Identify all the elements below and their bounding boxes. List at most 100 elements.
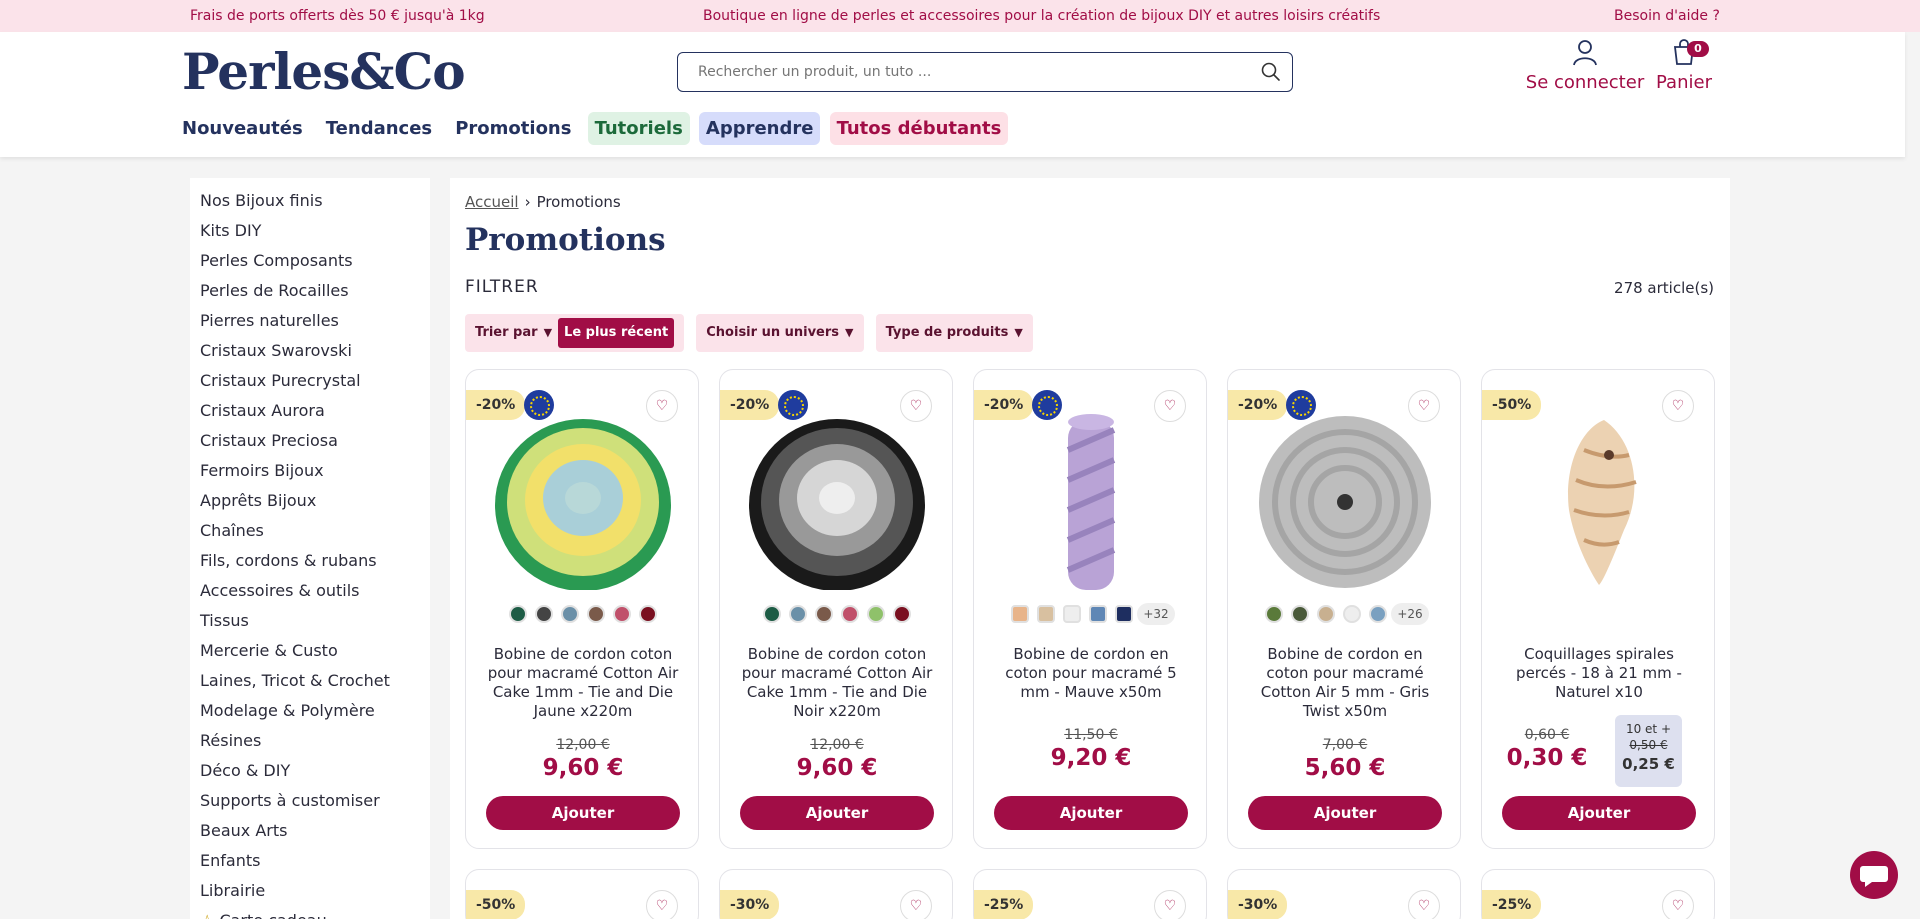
heart-icon[interactable]: ♡ — [1662, 890, 1694, 919]
user-icon — [1573, 40, 1597, 66]
search-icon[interactable] — [1260, 61, 1282, 83]
search-input[interactable] — [698, 61, 1238, 83]
color-swatch[interactable] — [1063, 605, 1082, 623]
sidebar-item[interactable]: Cristaux Preciosa — [190, 426, 430, 456]
sidebar-item[interactable]: Perles Composants — [190, 246, 430, 276]
color-swatch[interactable] — [1265, 605, 1284, 623]
color-swatch[interactable] — [1115, 605, 1134, 623]
product-card[interactable]: -25% ♡ — [1481, 869, 1715, 919]
color-swatch[interactable] — [1317, 605, 1336, 623]
product-card[interactable]: -25% ♡ — [973, 869, 1207, 919]
sidebar-item[interactable]: Tissus — [190, 606, 430, 636]
product-card[interactable]: -20% ♡ +32 Bobine de cordon en coton pou… — [973, 369, 1207, 849]
sidebar-item[interactable]: Fermoirs Bijoux — [190, 456, 430, 486]
color-swatch[interactable] — [1291, 605, 1310, 623]
sidebar-item[interactable]: Cristaux Swarovski — [190, 336, 430, 366]
add-to-cart-button[interactable]: Ajouter — [1248, 796, 1442, 830]
heart-icon[interactable]: ♡ — [646, 890, 678, 919]
breadcrumb-current: Promotions — [536, 193, 621, 211]
sidebar-item[interactable]: Fils, cordons & rubans — [190, 546, 430, 576]
color-swatch[interactable] — [789, 604, 807, 623]
chevron-down-icon: ▼ — [1014, 326, 1023, 339]
nav-nouveautes[interactable]: Nouveautés — [182, 112, 310, 145]
color-swatch[interactable] — [509, 604, 527, 623]
product-image[interactable] — [996, 410, 1186, 590]
sidebar-item[interactable]: Chaînes — [190, 516, 430, 546]
site-logo[interactable]: Perles&Co — [182, 42, 466, 101]
sidebar-item[interactable]: Nos Bijoux finis — [190, 186, 430, 216]
universe-dropdown[interactable]: Choisir un univers ▼ — [696, 314, 864, 352]
color-swatch[interactable] — [535, 604, 553, 623]
nav-tutos-debutants[interactable]: Tutos débutants — [829, 112, 1009, 145]
sidebar-item[interactable]: Accessoires & outils — [190, 576, 430, 606]
sidebar-item[interactable]: Supports à customiser — [190, 786, 430, 816]
add-to-cart-button[interactable]: Ajouter — [1502, 796, 1696, 830]
color-swatch[interactable] — [893, 604, 911, 623]
color-swatch[interactable] — [639, 604, 657, 623]
color-swatch[interactable] — [1369, 605, 1388, 623]
color-swatch[interactable] — [1011, 605, 1030, 623]
product-card[interactable]: -50% ♡ Coquillages spirales percés - 18 … — [1481, 369, 1715, 849]
product-name[interactable]: Bobine de cordon coton pour macramé Cott… — [740, 645, 934, 721]
sidebar-item[interactable]: Apprêts Bijoux — [190, 486, 430, 516]
product-image[interactable] — [488, 410, 678, 590]
product-card[interactable]: -20% ♡ Bobine de cordon coton pour macra… — [719, 369, 953, 849]
product-card[interactable]: -20% ♡ Bobine de cordon coton pour macra… — [465, 369, 699, 849]
sidebar-item[interactable]: Beaux Arts — [190, 816, 430, 846]
sidebar-item[interactable]: Cristaux Aurora — [190, 396, 430, 426]
heart-icon[interactable]: ♡ — [1408, 890, 1440, 919]
product-type-dropdown[interactable]: Type de produits ▼ — [875, 314, 1033, 352]
color-swatch[interactable] — [613, 604, 631, 623]
nav-tendances[interactable]: Tendances — [319, 112, 439, 145]
product-card[interactable]: -30% ♡ — [1227, 869, 1461, 919]
sidebar-item[interactable]: Kits DIY — [190, 216, 430, 246]
add-to-cart-button[interactable]: Ajouter — [486, 796, 680, 830]
sidebar-item[interactable]: Librairie — [190, 876, 430, 906]
add-to-cart-button[interactable]: Ajouter — [994, 796, 1188, 830]
nav-tutoriels[interactable]: Tutoriels — [587, 112, 690, 145]
sidebar-item[interactable]: Résines — [190, 726, 430, 756]
color-swatch[interactable] — [587, 604, 605, 623]
product-card[interactable]: -30% ♡ — [719, 869, 953, 919]
cart-button[interactable]: 0 Panier — [1646, 38, 1722, 93]
color-swatch[interactable] — [841, 604, 859, 623]
nav-promotions[interactable]: Promotions — [448, 112, 578, 145]
heart-icon[interactable]: ♡ — [900, 890, 932, 919]
breadcrumb-home[interactable]: Accueil — [465, 193, 519, 211]
color-swatch[interactable] — [1037, 605, 1056, 623]
product-name[interactable]: Coquillages spirales percés - 18 à 21 mm… — [1502, 645, 1696, 702]
color-swatch[interactable] — [1343, 605, 1362, 623]
product-name[interactable]: Bobine de cordon en coton pour macramé C… — [1248, 645, 1442, 721]
color-swatch[interactable] — [1089, 605, 1108, 623]
sidebar-item[interactable]: Modelage & Polymère — [190, 696, 430, 726]
product-card[interactable]: -50% ♡ — [465, 869, 699, 919]
product-image[interactable] — [1504, 410, 1694, 590]
product-card[interactable]: -20% ♡ +26 Bobine de cordon en coton pou… — [1227, 369, 1461, 849]
sort-dropdown[interactable]: Trier par ▼ Le plus récent — [465, 314, 685, 352]
chat-button[interactable] — [1850, 851, 1898, 899]
sidebar-item[interactable]: Perles de Rocailles — [190, 276, 430, 306]
more-colors-badge[interactable]: +26 — [1391, 603, 1429, 625]
color-swatch[interactable] — [561, 604, 579, 623]
product-image[interactable] — [1250, 410, 1440, 590]
help-link[interactable]: Besoin d'aide ? — [1614, 8, 1720, 24]
color-swatch[interactable] — [867, 604, 885, 623]
product-name[interactable]: Bobine de cordon coton pour macramé Cott… — [486, 645, 680, 721]
product-image[interactable] — [742, 410, 932, 590]
nav-apprendre[interactable]: Apprendre — [698, 112, 821, 145]
sidebar-item[interactable]: Pierres naturelles — [190, 306, 430, 336]
sidebar-item[interactable]: Enfants — [190, 846, 430, 876]
product-name[interactable]: Bobine de cordon en coton pour macramé 5… — [994, 645, 1188, 702]
color-swatch[interactable] — [815, 604, 833, 623]
sort-selected-value[interactable]: Le plus récent — [558, 318, 675, 348]
sidebar-item[interactable]: Mercerie & Custo — [190, 636, 430, 666]
heart-icon[interactable]: ♡ — [1154, 890, 1186, 919]
sidebar-item[interactable]: Laines, Tricot & Crochet — [190, 666, 430, 696]
more-colors-badge[interactable]: +32 — [1137, 603, 1175, 625]
login-button[interactable]: Se connecter — [1505, 38, 1665, 93]
add-to-cart-button[interactable]: Ajouter — [740, 796, 934, 830]
sidebar-item[interactable]: Déco & DIY — [190, 756, 430, 786]
sidebar-item-gift-card[interactable]: Carte cadeau — [190, 906, 430, 919]
color-swatch[interactable] — [763, 604, 781, 623]
sidebar-item[interactable]: Cristaux Purecrystal — [190, 366, 430, 396]
